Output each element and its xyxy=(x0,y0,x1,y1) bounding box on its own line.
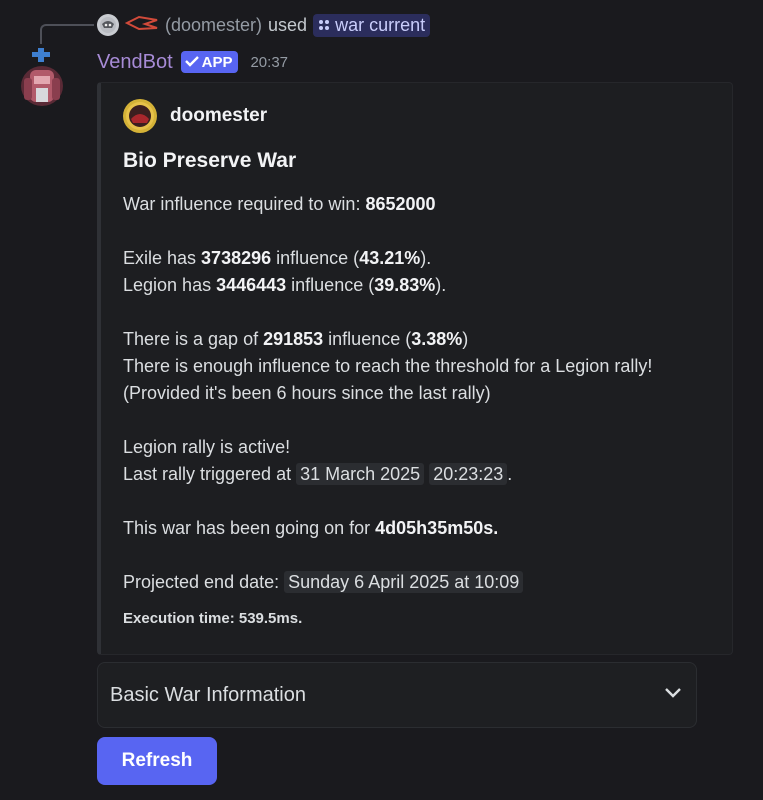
text: Exile has xyxy=(123,248,202,268)
text: ). xyxy=(420,248,432,268)
enough-line: There is enough influence to reach the t… xyxy=(123,356,653,376)
legion-influence: 3446443 xyxy=(216,275,287,295)
checkmark-icon xyxy=(184,54,199,71)
projected-line: Projected end date: Sunday 6 April 2025 … xyxy=(123,569,723,596)
reply-header[interactable]: (doomester) used war current xyxy=(97,12,431,38)
war-info-select[interactable]: Basic War Information xyxy=(97,662,697,728)
reply-connector xyxy=(40,24,94,44)
app-badge-label: APP xyxy=(201,53,233,71)
exile-line: Exile has 3738296 influence (43.21%). xyxy=(123,245,723,272)
text: ) xyxy=(462,329,469,349)
gap-percent: 3.38% xyxy=(411,329,463,349)
message: (doomester) used war current VendBot APP… xyxy=(0,0,763,800)
text: influence ( xyxy=(323,329,412,349)
text: influence ( xyxy=(271,248,360,268)
embed-description: War influence required to win: 8652000 E… xyxy=(123,191,723,596)
message-header: VendBot APP 20:37 xyxy=(97,48,288,76)
text: Legion has xyxy=(123,275,217,295)
gap-line: There is a gap of 291853 influence (3.38… xyxy=(123,326,723,353)
text: Last rally triggered at xyxy=(123,464,297,484)
duration-line: This war has been going on for 4d05h35m5… xyxy=(123,515,723,542)
bot-name[interactable]: VendBot xyxy=(97,51,173,74)
exile-percent: 43.21% xyxy=(359,248,421,268)
embed-author-name: doomester xyxy=(170,105,268,126)
text: There is a gap of xyxy=(123,329,264,349)
last-rally-date[interactable]: 31 March 2025 xyxy=(296,463,425,485)
text: This war has been going on for xyxy=(123,518,376,538)
app-badge: APP xyxy=(180,51,239,73)
refresh-button[interactable]: Refresh xyxy=(97,737,217,785)
embed: doomester Bio Preserve War War influence… xyxy=(97,82,733,655)
duration-value: 4d05h35m50s. xyxy=(375,518,499,538)
provided-line: (Provided it's been 6 hours since the la… xyxy=(123,383,491,403)
bot-avatar[interactable] xyxy=(20,48,64,110)
reply-username[interactable]: (doomester) xyxy=(165,15,262,36)
projected-end-date[interactable]: Sunday 6 April 2025 at 10:09 xyxy=(284,571,524,593)
last-rally-time[interactable]: 20:23:23 xyxy=(429,463,508,485)
gap-value: 291853 xyxy=(263,329,324,349)
rally-active-line: Legion rally is active! xyxy=(123,437,291,457)
text: influence ( xyxy=(286,275,375,295)
text: ). xyxy=(435,275,447,295)
text: War influence required to win: xyxy=(123,194,366,214)
required-influence-line: War influence required to win: 8652000 xyxy=(123,191,723,218)
select-label: Basic War Information xyxy=(110,683,306,706)
embed-title: Bio Preserve War xyxy=(123,149,297,172)
command-mention[interactable]: war current xyxy=(313,13,431,37)
author-avatar xyxy=(123,99,157,133)
text: Projected end date: xyxy=(123,572,285,592)
exile-influence: 3738296 xyxy=(201,248,272,268)
timestamp[interactable]: 20:37 xyxy=(250,54,288,71)
command-name: war current xyxy=(335,14,426,35)
last-rally-line: Last rally triggered at 31 March 2025 20… xyxy=(123,461,723,488)
text: . xyxy=(507,464,513,484)
chevron-down-icon xyxy=(664,686,682,704)
required-influence-value: 8652000 xyxy=(365,194,436,214)
embed-author: doomester xyxy=(123,99,267,133)
slash-command-icon xyxy=(318,15,330,36)
role-icon xyxy=(124,14,159,37)
execution-time: Execution time: 539.5ms. xyxy=(123,610,303,627)
reply-used-text: used xyxy=(268,14,308,35)
legion-percent: 39.83% xyxy=(374,275,436,295)
legion-line: Legion has 3446443 influence (39.83%). xyxy=(123,272,723,299)
user-avatar-small[interactable] xyxy=(97,14,119,36)
